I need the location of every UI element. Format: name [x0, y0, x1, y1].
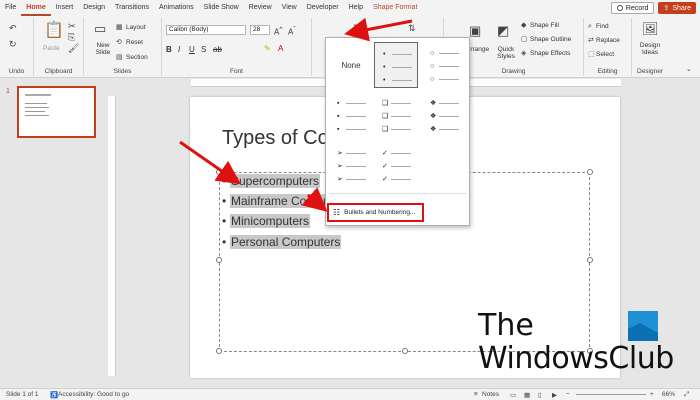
slide-count: Slide 1 of 1	[6, 391, 39, 398]
arrow-to-bullets-numbering	[301, 187, 328, 212]
zoom-slider[interactable]	[576, 394, 646, 395]
zoom-in-icon[interactable]: +	[650, 391, 654, 398]
arrow-to-bullets-button	[344, 17, 413, 42]
zoom-level[interactable]: 66%	[662, 391, 675, 398]
slide-sorter-icon[interactable]: ▦	[524, 391, 530, 399]
slideshow-view-icon[interactable]: ▶	[552, 391, 557, 399]
watermark-line2: WindowsClub	[478, 341, 674, 376]
windows-logo-icon	[628, 311, 658, 341]
watermark: The WindowsClub	[478, 308, 678, 380]
notes-icon: ≡	[474, 391, 478, 398]
notes-button[interactable]: Notes	[482, 391, 499, 398]
reading-view-icon[interactable]: ▯	[538, 391, 542, 399]
accessibility-icon[interactable]: ♿	[50, 391, 58, 399]
zoom-out-icon[interactable]: −	[566, 391, 570, 398]
normal-view-icon[interactable]: ▭	[510, 391, 516, 399]
arrow-to-selected-text	[179, 140, 241, 185]
status-bar: Slide 1 of 1 ♿ Accessibility: Good to go…	[0, 388, 700, 400]
fit-slide-icon[interactable]: ⤢	[684, 391, 689, 399]
accessibility-status[interactable]: Accessibility: Good to go	[58, 391, 129, 398]
watermark-line1: The	[478, 308, 534, 343]
